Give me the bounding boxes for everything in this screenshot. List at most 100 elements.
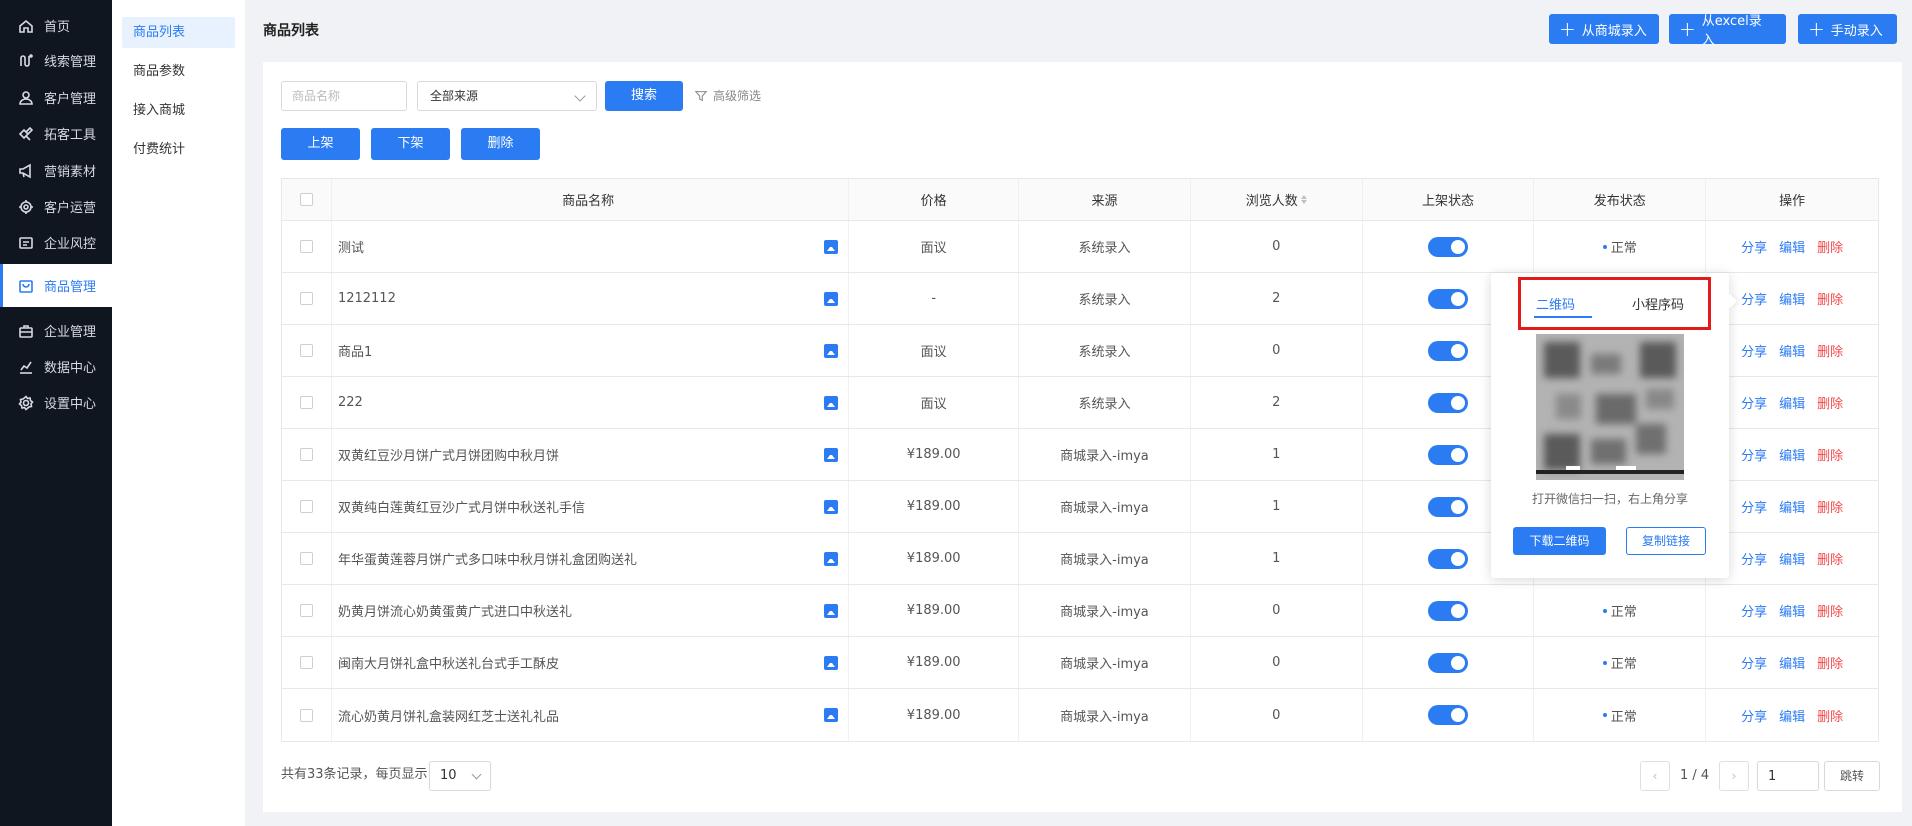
share-link[interactable]: 分享 [1741,445,1767,464]
on-shelf-button[interactable]: 上架 [281,128,360,160]
share-link[interactable]: 分享 [1741,237,1767,256]
shelf-toggle[interactable] [1428,236,1469,257]
image-icon[interactable] [824,499,839,514]
delete-link[interactable]: 删除 [1817,706,1843,725]
leads-icon [18,53,34,69]
row-checkbox[interactable] [299,552,313,565]
manual-entry-label: 手动录入 [1830,23,1883,39]
subnav-item-0[interactable]: 商品列表 [122,17,235,48]
edit-link[interactable]: 编辑 [1779,601,1805,620]
product-name: 双黄纯白莲黄红豆沙广式月饼中秋送礼手信 [337,501,585,516]
share-link[interactable]: 分享 [1741,549,1767,568]
image-icon[interactable] [824,708,839,722]
edit-link[interactable]: 编辑 [1779,237,1805,256]
source-cell: 商城录入-imya [1019,637,1191,688]
import-from-mall-button[interactable]: + 从商城录入 [1549,14,1659,44]
delete-link[interactable]: 删除 [1817,445,1843,464]
page-title: 商品列表 [263,23,319,39]
shelf-toggle[interactable] [1428,705,1469,725]
tab-qrcode[interactable]: 二维码 [1536,294,1575,313]
image-icon[interactable] [824,291,839,306]
image-icon[interactable] [824,603,839,618]
edit-link[interactable]: 编辑 [1779,549,1805,568]
delete-link[interactable]: 删除 [1817,549,1843,568]
row-checkbox[interactable] [299,500,313,513]
shelf-toggle[interactable] [1428,288,1469,309]
row-checkbox[interactable] [299,448,313,461]
tab-mini-program-code[interactable]: 小程序码 [1632,294,1684,313]
row-checkbox[interactable] [299,240,313,253]
prev-page-button[interactable]: ‹ [1640,761,1670,791]
shelf-toggle[interactable] [1428,340,1469,361]
edit-link[interactable]: 编辑 [1779,497,1805,516]
image-icon[interactable] [824,395,839,410]
row-checkbox[interactable] [299,344,313,357]
share-link[interactable]: 分享 [1741,706,1767,725]
image-icon[interactable] [824,239,839,254]
image-icon[interactable] [824,343,839,358]
row-checkbox[interactable] [299,708,313,722]
shelf-toggle[interactable] [1428,652,1469,673]
delete-link[interactable]: 删除 [1817,653,1843,672]
col-views[interactable]: 浏览人数 [1191,179,1363,220]
off-shelf-button[interactable]: 下架 [371,128,450,160]
subnav-item-3[interactable]: 付费统计 [122,134,235,165]
edit-link[interactable]: 编辑 [1779,341,1805,360]
page-size-select[interactable]: 10 [429,761,491,791]
select-all-checkbox[interactable] [299,193,313,206]
download-qr-button[interactable]: 下载二维码 [1513,527,1606,555]
page-jump-input[interactable] [1757,761,1819,791]
shelf-toggle[interactable] [1428,548,1469,569]
nav-item-7[interactable]: 商品管理 [0,264,112,307]
image-icon[interactable] [824,655,839,670]
edit-link[interactable]: 编辑 [1779,653,1805,672]
edit-link[interactable]: 编辑 [1779,445,1805,464]
delete-link[interactable]: 删除 [1817,289,1843,308]
jump-button[interactable]: 跳转 [1824,761,1880,791]
search-button[interactable]: 搜索 [605,81,683,111]
copy-link-button[interactable]: 复制链接 [1626,527,1706,555]
edit-link[interactable]: 编辑 [1779,289,1805,308]
product-name-input[interactable] [281,81,407,111]
shelf-status-cell [1363,637,1535,688]
edit-link[interactable]: 编辑 [1779,706,1805,725]
manual-entry-button[interactable]: + 手动录入 [1798,14,1897,44]
image-icon[interactable] [824,551,839,566]
share-link[interactable]: 分享 [1741,289,1767,308]
header-checkbox-cell [282,179,332,220]
shelf-toggle[interactable] [1428,444,1469,465]
status-text: 正常 [1610,657,1637,672]
nav-item-10[interactable]: 设置中心 [0,381,112,424]
subnav-item-1[interactable]: 商品参数 [122,56,235,87]
share-link[interactable]: 分享 [1741,601,1767,620]
shelf-toggle[interactable] [1428,392,1469,413]
share-link[interactable]: 分享 [1741,341,1767,360]
row-checkbox[interactable] [299,292,313,305]
share-link[interactable]: 分享 [1741,653,1767,672]
edit-link[interactable]: 编辑 [1779,393,1805,412]
nav-item-6[interactable]: 企业风控 [0,221,112,264]
delete-link[interactable]: 删除 [1817,341,1843,360]
nav-item-label: 拓客工具 [44,128,97,143]
row-checkbox[interactable] [299,396,313,409]
share-popover: 二维码 小程序码 打开微信扫一扫，右上角分享 下载二维码 复制链接 [1491,273,1729,578]
advanced-filter-link[interactable]: 高级筛选 [694,87,761,104]
row-checkbox[interactable] [299,656,313,669]
next-page-button[interactable]: › [1719,761,1749,791]
shelf-toggle[interactable] [1428,600,1469,621]
source-select[interactable]: 全部来源 [417,81,597,111]
share-link[interactable]: 分享 [1741,497,1767,516]
shelf-toggle[interactable] [1428,496,1469,517]
delete-button[interactable]: 删除 [461,128,540,160]
source-cell: 系统录入 [1019,273,1191,324]
sort-icon[interactable] [1300,195,1307,204]
row-checkbox[interactable] [299,604,313,617]
delete-link[interactable]: 删除 [1817,497,1843,516]
delete-link[interactable]: 删除 [1817,601,1843,620]
image-icon[interactable] [824,447,839,462]
delete-link[interactable]: 删除 [1817,237,1843,256]
import-from-excel-button[interactable]: + 从excel录入 [1669,14,1786,48]
share-link[interactable]: 分享 [1741,393,1767,412]
delete-link[interactable]: 删除 [1817,393,1843,412]
subnav-item-2[interactable]: 接入商城 [122,95,235,126]
